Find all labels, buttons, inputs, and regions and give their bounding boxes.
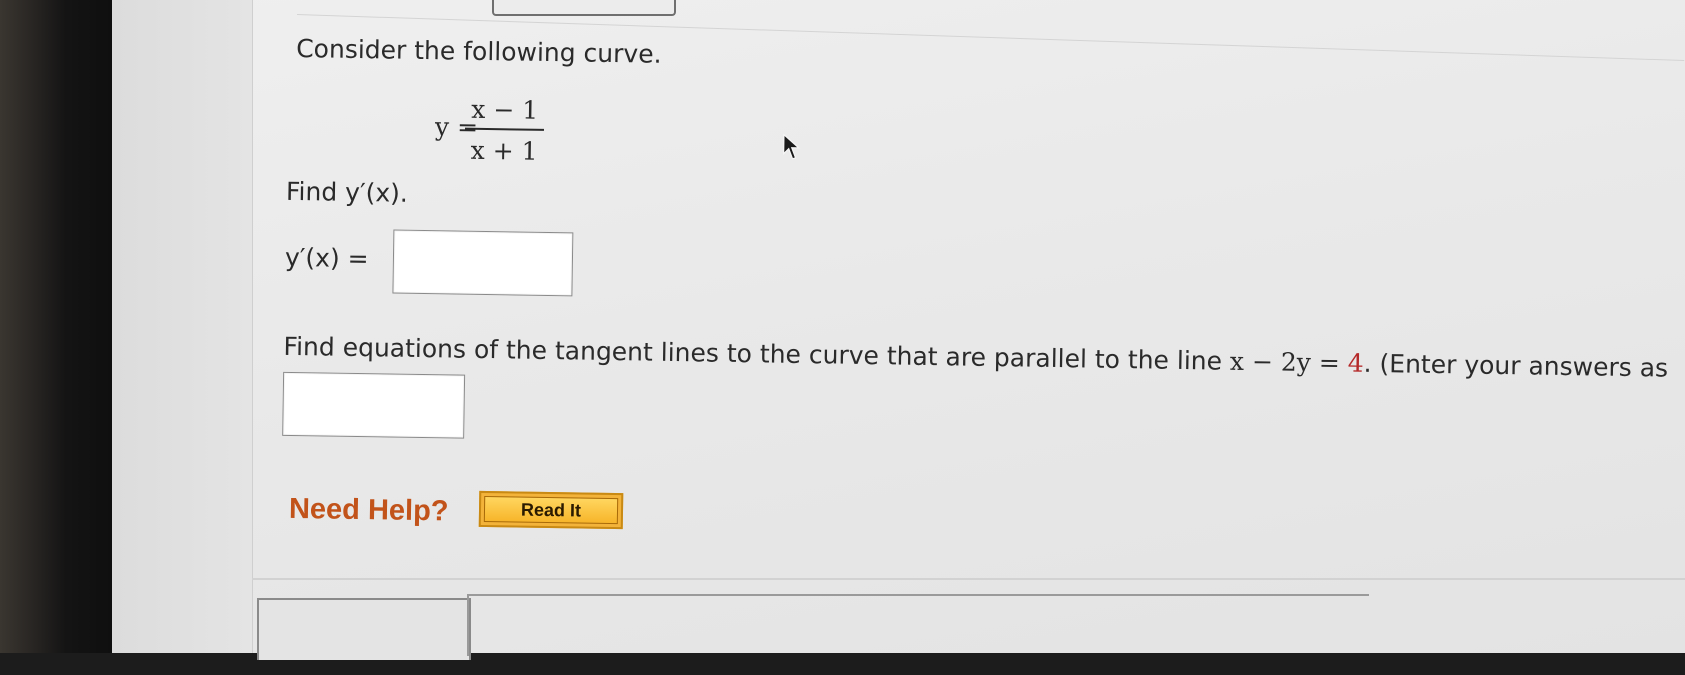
fraction-bar	[464, 127, 544, 131]
question-content: Consider the following curve. y = x − 1 …	[282, 0, 1685, 675]
part2-prompt-start: Find equations of the tangent lines to t…	[283, 331, 1231, 376]
monitor-bezel	[0, 0, 120, 653]
screen: Consider the following curve. y = x − 1 …	[112, 0, 1685, 660]
question-intro: Consider the following curve.	[296, 33, 662, 69]
need-help-label: Need Help?	[288, 492, 449, 528]
part1-prompt: Find y′(x).	[285, 176, 409, 208]
read-it-button[interactable]: Read It	[478, 490, 624, 530]
left-panel	[112, 0, 253, 653]
equation-fraction: x − 1 x + 1	[464, 95, 544, 166]
part2-answer-input[interactable]	[282, 371, 466, 439]
line-constant-value: 4	[1347, 348, 1364, 378]
equation-numerator: x − 1	[471, 94, 539, 125]
part2-prompt: Find equations of the tangent lines to t…	[283, 332, 1668, 383]
part1-answer-input[interactable]	[392, 229, 574, 297]
part2-line-equation: x − 2y = 4	[1229, 346, 1364, 378]
bottom-divider	[252, 578, 1685, 580]
part2-prompt-end: . (Enter your answers as	[1363, 348, 1669, 383]
bottom-panel	[467, 594, 1369, 656]
read-it-label: Read It	[483, 496, 619, 525]
part1-label: y′(x) =	[284, 242, 369, 274]
equation-denominator: x + 1	[470, 135, 538, 166]
bottom-panel-tab[interactable]	[257, 598, 471, 660]
